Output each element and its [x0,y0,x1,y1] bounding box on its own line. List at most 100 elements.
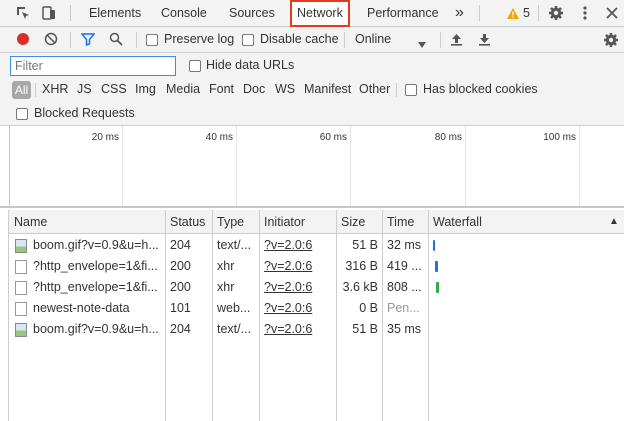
cell-time: 808 ... [387,280,422,294]
column-header-waterfall[interactable]: Waterfall [433,215,482,229]
close-icon[interactable] [603,4,621,22]
inspect-element-icon[interactable] [14,4,32,22]
export-har-icon[interactable] [478,32,491,49]
requests-table: Name Status Type Initiator Size Time Wat… [8,210,624,421]
column-header-initiator[interactable]: Initiator [264,215,305,229]
table-header: Name Status Type Initiator Size Time Wat… [9,210,624,234]
settings-gear-icon[interactable] [547,4,565,22]
throttling-select[interactable]: Online [350,29,434,50]
divider [538,5,539,21]
tick-label: 80 ms [434,132,462,143]
document-icon [15,302,27,316]
disable-cache-checkbox[interactable] [242,34,254,46]
import-har-icon[interactable] [450,32,463,49]
table-row[interactable]: boom.gif?v=0.9&u=h... 204 text/... ?v=2.0:6… [9,319,624,340]
filter-type-doc[interactable]: Doc [243,82,265,96]
sort-ascending-icon[interactable]: ▲ [609,216,619,227]
filter-type-img[interactable]: Img [135,82,156,96]
column-header-name[interactable]: Name [14,215,47,229]
cell-time: 35 ms [387,322,422,336]
column-divider [212,210,213,421]
filter-type-js[interactable]: JS [77,82,92,96]
cell-initiator[interactable]: ?v=2.0:6 [264,322,334,336]
filter-type-media[interactable]: Media [166,82,200,96]
table-row[interactable]: ?http_envelope=1&fi... 200 xhr ?v=2.0:6 316 … [9,256,624,277]
divider [70,5,71,21]
image-icon [15,239,27,253]
cell-initiator[interactable]: ?v=2.0:6 [264,259,334,273]
document-icon [15,281,27,295]
more-tabs-button[interactable]: » [455,0,464,26]
cell-size: 3.6 kB [342,280,378,294]
column-header-size[interactable]: Size [341,215,365,229]
grid-line [579,126,580,206]
divider [396,83,397,97]
hide-data-urls-checkbox[interactable] [189,60,201,72]
filter-type-other[interactable]: Other [359,82,390,96]
cell-type: text/... [217,322,252,336]
blocked-requests-checkbox[interactable] [16,108,28,120]
tab-performance[interactable]: Performance [367,0,439,26]
cell-status: 200 [170,259,191,273]
cell-initiator[interactable]: ?v=2.0:6 [264,301,334,315]
filter-type-manifest[interactable]: Manifest [304,82,351,96]
clear-icon[interactable] [44,32,58,49]
tab-sources[interactable]: Sources [229,0,275,26]
cell-status: 204 [170,322,191,336]
filter-input[interactable] [10,56,176,76]
cell-name: boom.gif?v=0.9&u=h... [33,238,159,252]
filter-type-css[interactable]: CSS [101,82,127,96]
cell-status: 204 [170,238,191,252]
cell-size: 51 B [352,238,378,252]
filter-bar: Hide data URLs All XHR JS CSS Img Media … [0,53,624,126]
search-icon[interactable] [109,32,123,49]
record-icon[interactable] [16,32,30,49]
table-row[interactable]: newest-note-data 101 web... ?v=2.0:6 0 B Pen.… [9,298,624,319]
dropdown-arrow-icon [418,37,426,51]
cell-time: 32 ms [387,238,422,252]
filter-type-ws[interactable]: WS [275,82,295,96]
overview-start-line [9,126,10,206]
network-settings-gear-icon[interactable] [603,32,619,51]
cell-status: 101 [170,301,191,315]
grid-line [236,126,237,206]
device-toolbar-icon[interactable] [40,4,58,22]
cell-status: 200 [170,280,191,294]
preserve-log-checkbox[interactable] [146,34,158,46]
tick-label: 100 ms [543,132,576,143]
has-blocked-cookies-checkbox[interactable] [405,84,417,96]
tab-console[interactable]: Console [161,0,207,26]
column-header-type[interactable]: Type [217,215,244,229]
more-options-icon[interactable] [576,4,594,22]
cell-name: ?http_envelope=1&fi... [33,259,158,273]
cell-initiator[interactable]: ?v=2.0:6 [264,280,334,294]
column-header-status[interactable]: Status [170,215,205,229]
filter-type-xhr[interactable]: XHR [42,82,68,96]
filter-type-all[interactable]: All [12,81,31,99]
cell-size: 51 B [352,322,378,336]
tick-label: 40 ms [205,132,233,143]
image-icon [15,323,27,337]
tab-elements[interactable]: Elements [89,0,141,26]
divider [479,5,480,21]
timeline-overview[interactable]: 20 ms 40 ms 60 ms 80 ms 100 ms [0,126,624,208]
preserve-log-label: Preserve log [164,32,235,46]
filter-icon[interactable] [80,32,96,49]
waterfall-bar [435,261,438,272]
tab-network[interactable]: Network [290,0,350,27]
table-row[interactable]: ?http_envelope=1&fi... 200 xhr ?v=2.0:6 3.6 … [9,277,624,298]
column-header-time[interactable]: Time [387,215,414,229]
document-icon [15,260,27,274]
divider [35,83,36,97]
warning-icon[interactable] [506,4,520,22]
warning-count[interactable]: 5 [523,0,530,26]
cell-name: ?http_envelope=1&fi... [33,280,158,294]
column-divider [165,210,166,421]
filter-type-font[interactable]: Font [209,82,234,96]
grid-line [122,126,123,206]
table-row[interactable]: boom.gif?v=0.9&u=h... 204 text/... ?v=2.0:6… [9,235,624,256]
cell-initiator[interactable]: ?v=2.0:6 [264,238,334,252]
network-toolbar: Preserve log Disable cache Online [0,27,624,53]
hide-data-urls-label: Hide data URLs [206,58,295,72]
divider [70,32,71,48]
